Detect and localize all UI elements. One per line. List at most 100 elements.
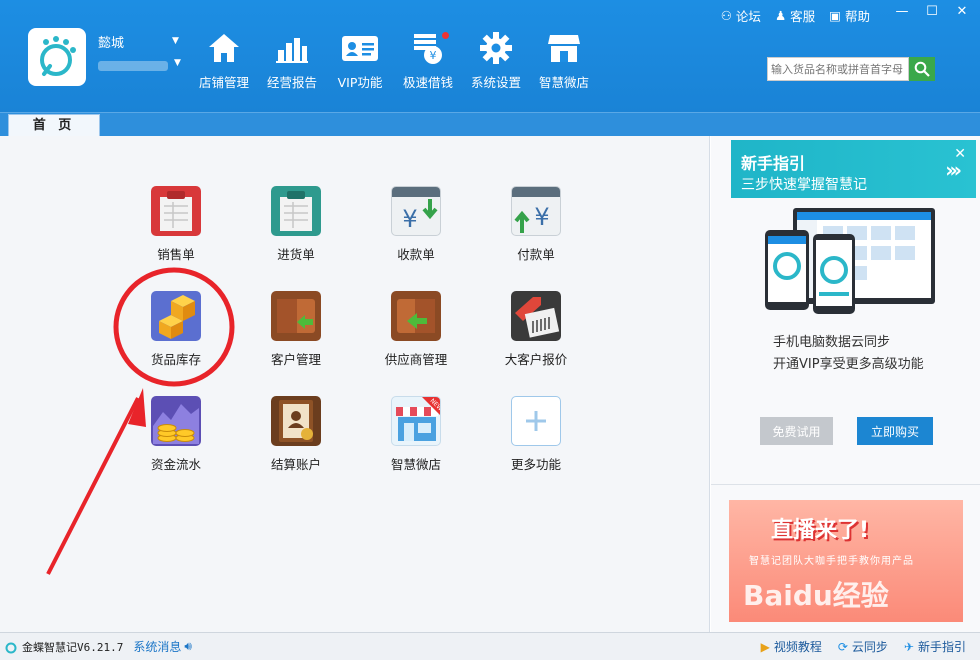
- func-label: 大客户报价: [504, 352, 568, 367]
- status-actions: ▶ 视频教程 ⟳ 云同步 ✈ 新手指引: [761, 638, 966, 655]
- sales-order-icon: [151, 186, 201, 236]
- bar-chart-icon: [275, 30, 309, 66]
- app-window: 懿城 ▼ ▼ 店铺管理 经营报告 VIP功能 ¥ 极速借钱 系统设置 智慧微店 …: [0, 0, 980, 660]
- func-customer[interactable]: 客户管理: [236, 291, 356, 396]
- divider: [711, 484, 980, 485]
- func-micro-shop[interactable]: NEW 智慧微店: [356, 396, 476, 501]
- help-link[interactable]: ▣ 帮助: [829, 6, 870, 25]
- buy-now-button[interactable]: 立即购买: [857, 417, 933, 445]
- side-panel: 新手指引 三步快速掌握智慧记 ››› ✕ 手机电脑数据云同步 开通VIP享受更多…: [711, 136, 980, 632]
- version-info: 金蝶智慧记V6.21.7: [4, 639, 123, 655]
- chevron-down-icon[interactable]: ▼: [174, 58, 181, 68]
- func-payment[interactable]: ¥ 付款单: [476, 186, 596, 291]
- nav-label: 系统设置: [470, 75, 521, 90]
- func-receipt[interactable]: ¥ 收款单: [356, 186, 476, 291]
- vip-card-icon: [341, 30, 379, 66]
- desc-line: 开通VIP享受更多高级功能: [773, 357, 924, 372]
- tab-bar: 首 页: [0, 112, 980, 137]
- nav-system-settings[interactable]: 系统设置: [462, 30, 530, 91]
- baidu-watermark: Baidu经验: [743, 579, 889, 612]
- svg-text:¥: ¥: [402, 205, 417, 233]
- live-stream-banner[interactable]: 直播来了! 智慧记团队大咖手把手教你用产品 Baidu经验: [729, 500, 963, 622]
- maximize-icon[interactable]: ☐: [924, 4, 940, 19]
- nav-label: 智慧微店: [538, 75, 589, 90]
- minimize-icon[interactable]: —: [894, 4, 910, 19]
- book-icon: ▣: [829, 8, 841, 23]
- func-inventory[interactable]: 货品库存: [116, 291, 236, 396]
- func-cash-flow[interactable]: 资金流水: [116, 396, 236, 501]
- func-settlement-account[interactable]: 结算账户: [236, 396, 356, 501]
- func-label: 更多功能: [510, 457, 561, 472]
- shop-icon: [547, 30, 581, 66]
- system-message-link[interactable]: 系统消息 🔊︎: [133, 638, 192, 655]
- cash-flow-icon: [151, 396, 201, 446]
- search-input[interactable]: [767, 57, 909, 81]
- func-sales-order[interactable]: 销售单: [116, 186, 236, 291]
- home-icon: [207, 30, 241, 66]
- beginner-guide-card[interactable]: 新手指引 三步快速掌握智慧记 ››› ✕: [731, 140, 976, 198]
- service-label: 客服: [790, 9, 816, 24]
- tab-home[interactable]: 首 页: [8, 114, 100, 137]
- func-label: 收款单: [397, 247, 435, 262]
- nav-fast-loan[interactable]: ¥ 极速借钱: [394, 30, 462, 91]
- func-big-customer-quote[interactable]: 大客户报价: [476, 291, 596, 396]
- guide-icon: ✈: [903, 639, 914, 654]
- product-search: [767, 57, 935, 81]
- close-icon[interactable]: ✕: [954, 146, 966, 162]
- price-tag-icon: [511, 291, 561, 341]
- gear-icon: [479, 30, 513, 66]
- blurred-account: [98, 61, 168, 71]
- app-logo-small-icon: [5, 642, 17, 653]
- supplier-icon: [391, 291, 441, 341]
- system-message-label: 系统消息: [133, 640, 182, 654]
- micro-shop-icon: NEW: [391, 396, 441, 446]
- func-label: 结算账户: [270, 457, 321, 472]
- free-trial-button[interactable]: 免费试用: [760, 417, 833, 445]
- user-switcher[interactable]: 懿城 ▼ ▼: [98, 30, 181, 74]
- nav-smart-shop[interactable]: 智慧微店: [530, 30, 598, 91]
- func-label: 资金流水: [150, 457, 201, 472]
- forum-link[interactable]: ⚇ 论坛: [721, 6, 761, 25]
- func-supplier[interactable]: 供应商管理: [356, 291, 476, 396]
- nav-vip[interactable]: VIP功能: [326, 30, 394, 91]
- purchase-order-icon: [271, 186, 321, 236]
- forum-label: 论坛: [735, 9, 761, 24]
- people-icon: ⚇: [720, 8, 732, 23]
- banner-subtitle: 智慧记团队大咖手把手教你用产品: [749, 556, 914, 567]
- top-links: ⚇ 论坛 ♟ 客服 ▣ 帮助: [721, 6, 870, 25]
- qq-icon: ♟: [774, 8, 787, 23]
- close-icon[interactable]: ✕: [954, 4, 970, 19]
- function-grid: 销售单 进货单 ¥ 收款单 ¥ 付款单 货品库存 客户管理 供应商管理 大客户报…: [116, 186, 596, 501]
- window-controls: — ☐ ✕: [894, 4, 970, 19]
- account-book-icon: [271, 396, 321, 446]
- chevron-down-icon[interactable]: ▼: [172, 36, 179, 46]
- func-label: 客户管理: [270, 352, 321, 367]
- inventory-icon: [151, 291, 201, 341]
- banner-title: 直播来了!: [771, 518, 870, 543]
- payment-icon: ¥: [511, 186, 561, 236]
- guide-label: 新手指引: [917, 640, 966, 654]
- nav-label: VIP功能: [337, 75, 383, 90]
- cloud-sync-link[interactable]: ⟳ 云同步: [838, 638, 888, 655]
- notification-dot: [442, 32, 449, 39]
- video-tutorial-link[interactable]: ▶ 视频教程: [761, 638, 822, 655]
- play-icon: ▶: [760, 639, 770, 654]
- func-purchase-order[interactable]: 进货单: [236, 186, 356, 291]
- video-label: 视频教程: [773, 640, 822, 654]
- status-bar: 金蝶智慧记V6.21.7 系统消息 🔊︎ ▶ 视频教程 ⟳ 云同步 ✈ 新手指引: [0, 632, 980, 660]
- loan-icon: ¥: [411, 30, 449, 66]
- search-button[interactable]: [909, 57, 935, 81]
- func-label: 智慧微店: [390, 457, 441, 472]
- user-name: 懿城: [98, 35, 125, 51]
- svg-text:¥: ¥: [430, 49, 437, 62]
- service-link[interactable]: ♟ 客服: [775, 6, 815, 25]
- guide-title: 新手指引: [741, 154, 806, 173]
- nav-business-report[interactable]: 经营报告: [258, 30, 326, 91]
- nav-label: 店铺管理: [198, 75, 249, 90]
- nav-store-management[interactable]: 店铺管理: [190, 30, 258, 91]
- search-icon: [914, 61, 930, 77]
- func-more[interactable]: 更多功能: [476, 396, 596, 501]
- func-label: 进货单: [277, 247, 315, 262]
- function-panel: 销售单 进货单 ¥ 收款单 ¥ 付款单 货品库存 客户管理 供应商管理 大客户报…: [0, 136, 710, 632]
- beginner-guide-link[interactable]: ✈ 新手指引: [904, 638, 966, 655]
